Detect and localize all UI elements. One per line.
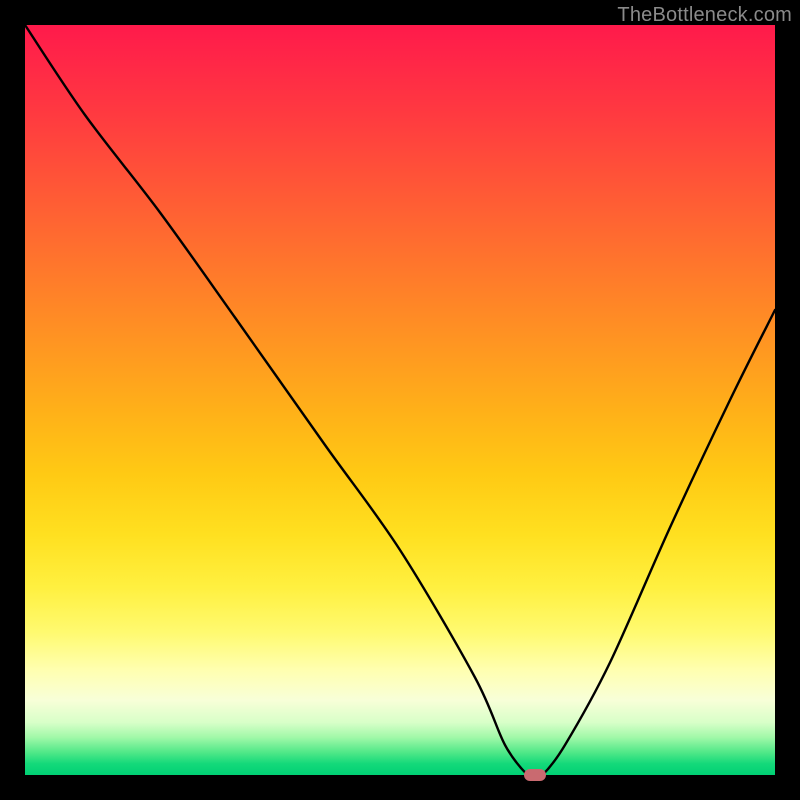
watermark-text: TheBottleneck.com <box>617 4 792 27</box>
chart-frame: TheBottleneck.com <box>0 0 800 800</box>
curve-svg <box>25 25 775 775</box>
plot-area <box>25 25 775 775</box>
marker-point <box>524 769 546 781</box>
bottleneck-curve <box>25 25 775 775</box>
